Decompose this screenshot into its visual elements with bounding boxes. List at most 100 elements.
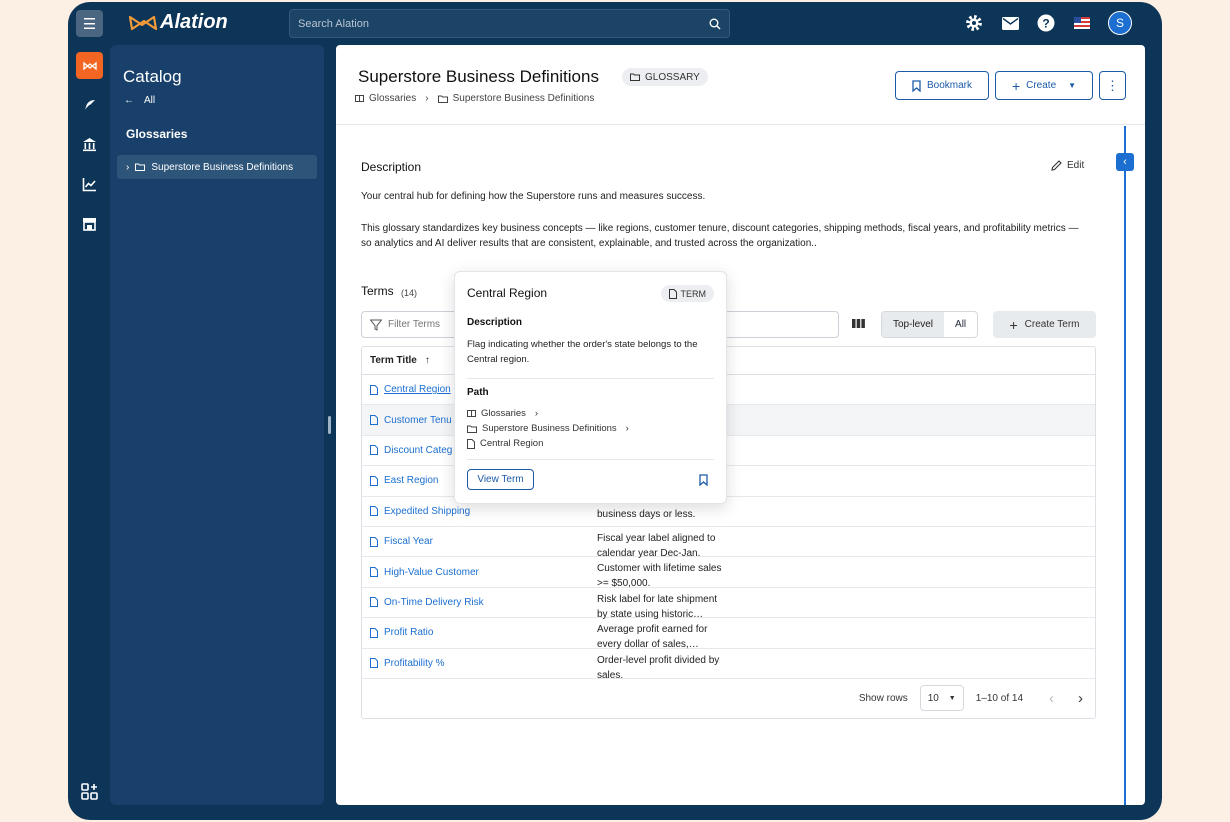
term-title-cell[interactable]: East Region: [370, 466, 438, 495]
next-page-icon[interactable]: ›: [1078, 690, 1083, 707]
glossary-icon: [467, 410, 476, 417]
edit-description-button[interactable]: Edit: [1051, 160, 1084, 171]
chevron-right-icon: ›: [625, 423, 629, 434]
term-title-link[interactable]: Customer Tenu: [384, 415, 452, 426]
document-icon: [370, 506, 378, 517]
table-row[interactable]: Profitability % Order-level profit divide…: [362, 649, 1095, 681]
path-label: Central Region: [480, 438, 544, 449]
apps-grid-icon[interactable]: [76, 778, 103, 805]
user-avatar[interactable]: S: [1108, 11, 1132, 35]
term-title-link[interactable]: East Region: [384, 475, 438, 486]
term-title-link[interactable]: Discount Categ: [384, 445, 452, 456]
left-nav-rail: [68, 45, 110, 820]
path-item-superstore[interactable]: Superstore Business Definitions ›: [467, 423, 629, 434]
language-flag-icon[interactable]: [1072, 13, 1092, 33]
bank-icon[interactable]: [76, 131, 103, 158]
term-preview-popover: Central Region TERM Description Flag ind…: [454, 271, 727, 504]
more-vertical-icon: ⋮: [1106, 77, 1119, 93]
feather-icon[interactable]: [76, 92, 103, 119]
divider: [467, 459, 714, 460]
plus-icon: +: [1011, 77, 1021, 94]
gear-icon[interactable]: [964, 13, 984, 33]
sidebar-resize-handle[interactable]: [328, 416, 331, 434]
document-icon: [370, 658, 378, 669]
top-icons: ? S: [964, 11, 1132, 35]
search-input[interactable]: [298, 17, 709, 30]
collapse-panel-icon[interactable]: ‹: [1116, 153, 1134, 171]
breadcrumb-root[interactable]: Glossaries: [369, 93, 416, 104]
term-title-cell[interactable]: Customer Tenu: [370, 405, 452, 434]
term-title-link[interactable]: High-Value Customer: [384, 567, 479, 578]
bookmark-button[interactable]: Bookmark: [895, 71, 989, 100]
level-toggle: Top-level All: [881, 311, 979, 338]
mail-icon[interactable]: [1000, 13, 1020, 33]
description-text: Your central hub for defining how the Su…: [361, 191, 706, 202]
terms-count: (14): [401, 288, 418, 298]
table-row[interactable]: Fiscal Year Fiscal year label aligned to …: [362, 527, 1095, 559]
help-icon[interactable]: ?: [1036, 13, 1056, 33]
view-term-button[interactable]: View Term: [467, 469, 534, 490]
chevron-right-icon: ›: [425, 93, 429, 104]
term-title-cell[interactable]: Discount Categ: [370, 436, 452, 465]
analytics-chart-icon[interactable]: [76, 171, 103, 198]
term-title-link[interactable]: Fiscal Year: [384, 536, 433, 547]
term-title-link[interactable]: Profit Ratio: [384, 627, 433, 638]
term-title-cell[interactable]: Profit Ratio: [370, 618, 433, 647]
term-title-cell[interactable]: Fiscal Year: [370, 527, 433, 556]
folder-icon: [630, 73, 640, 81]
term-title-cell[interactable]: Central Region: [370, 375, 451, 404]
prev-page-icon[interactable]: ‹: [1049, 690, 1054, 707]
document-icon: [370, 415, 378, 426]
term-title-link[interactable]: On-Time Delivery Risk: [384, 597, 484, 608]
bookmark-icon[interactable]: [699, 474, 708, 486]
more-options-button[interactable]: ⋮: [1099, 71, 1126, 100]
description-text-2: This glossary standardizes key business …: [361, 223, 1079, 249]
term-title-link[interactable]: Central Region: [384, 384, 451, 395]
table-row[interactable]: On-Time Delivery Risk Risk label for late…: [362, 588, 1095, 620]
search-icon[interactable]: [709, 18, 721, 30]
term-title-link[interactable]: Expedited Shipping: [384, 506, 470, 517]
term-title-cell[interactable]: Profitability %: [370, 649, 445, 678]
sidebar-section-glossaries[interactable]: Glossaries: [126, 127, 187, 141]
sidebar-item-superstore[interactable]: › Superstore Business Definitions: [117, 155, 317, 179]
svg-text:?: ?: [1042, 17, 1049, 31]
back-to-all-link[interactable]: ← All: [124, 95, 155, 106]
global-search[interactable]: [289, 9, 730, 38]
create-button[interactable]: + Create ▼: [995, 71, 1093, 100]
popover-description: Flag indicating whether the order's stat…: [467, 339, 698, 365]
term-title-cell[interactable]: On-Time Delivery Risk: [370, 588, 484, 617]
catalog-nav-icon[interactable]: [76, 52, 103, 79]
pagination-range: 1–10 of 14: [975, 692, 1023, 704]
filter-icon: [370, 319, 382, 331]
breadcrumb-current[interactable]: Superstore Business Definitions: [453, 93, 595, 104]
toggle-top-level[interactable]: Top-level: [882, 312, 945, 337]
sidebar-item-label: Superstore Business Definitions: [151, 161, 294, 173]
chevron-right-icon[interactable]: ›: [126, 162, 129, 173]
popover-title: Central Region: [467, 286, 548, 300]
breadcrumb: Glossaries › Superstore Business Definit…: [355, 93, 594, 104]
marketplace-icon[interactable]: [76, 210, 103, 237]
sort-arrow-up-icon[interactable]: ↑: [425, 355, 430, 366]
bookmark-icon: [912, 79, 921, 92]
path-item-glossaries[interactable]: Glossaries ›: [467, 408, 538, 419]
edit-label: Edit: [1067, 160, 1085, 171]
table-row[interactable]: High-Value Customer Customer with lifetim…: [362, 557, 1095, 589]
show-rows-label: Show rows: [858, 692, 908, 704]
rows-per-page-select[interactable]: 10 ▼: [919, 685, 964, 711]
col-term-title[interactable]: Term Title: [370, 355, 417, 366]
toggle-all[interactable]: All: [944, 312, 977, 337]
term-title-link[interactable]: Profitability %: [384, 658, 445, 669]
plus-icon: +: [1009, 316, 1018, 333]
create-term-button[interactable]: + Create Term: [993, 311, 1096, 338]
path-item-central-region[interactable]: Central Region: [467, 438, 543, 449]
logo[interactable]: Alation: [128, 11, 228, 34]
hamburger-menu-icon[interactable]: ☰: [76, 10, 103, 37]
create-term-label: Create Term: [1024, 319, 1080, 330]
document-icon: [370, 445, 378, 456]
term-title-cell[interactable]: High-Value Customer: [370, 557, 479, 586]
glossary-icon: [355, 95, 364, 102]
table-row[interactable]: Profit Ratio Average profit earned for ev…: [362, 618, 1095, 650]
term-badge-label: TERM: [680, 288, 707, 299]
columns-icon[interactable]: [852, 318, 865, 329]
sidebar-title: Catalog: [123, 67, 182, 86]
